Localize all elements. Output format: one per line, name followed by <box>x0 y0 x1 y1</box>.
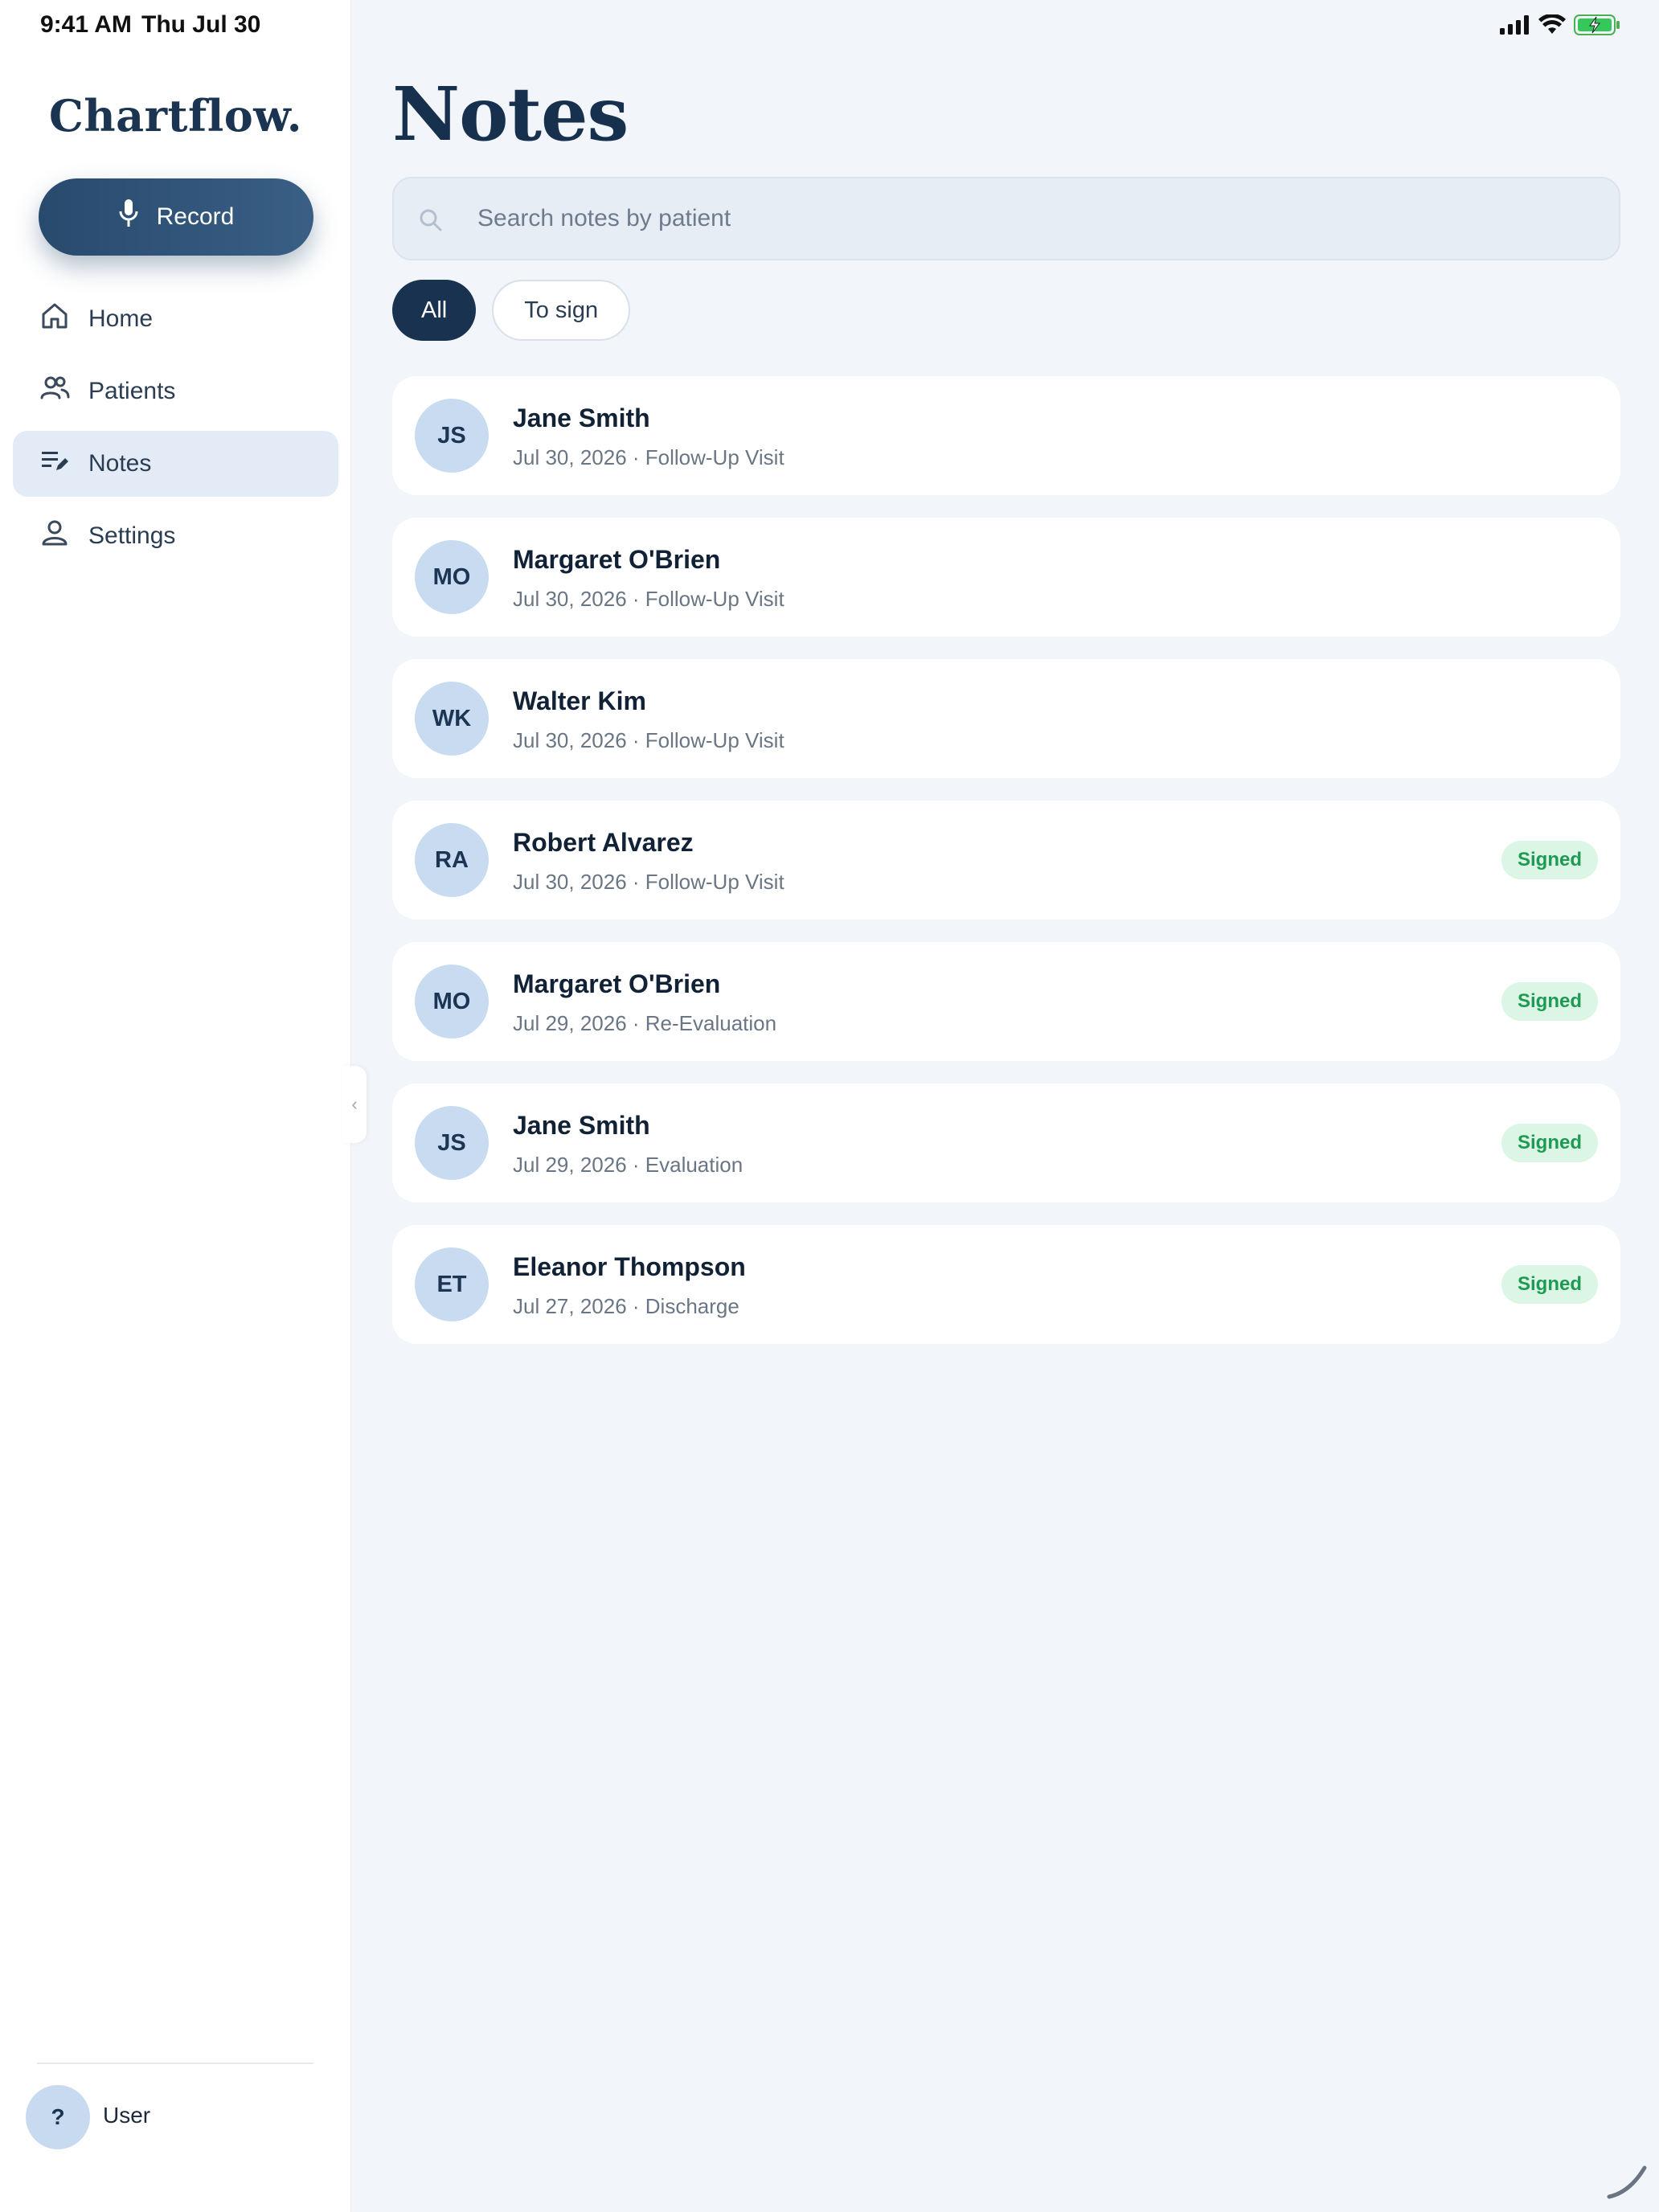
status-icons <box>1500 13 1620 39</box>
signed-badge: Signed <box>1501 841 1598 879</box>
sidebar-item-label: Settings <box>88 522 176 549</box>
status-time: 9:41 AM <box>40 11 132 38</box>
patient-name: Robert Alvarez <box>513 828 694 857</box>
sidebar-nav: Home Patients Notes Settings <box>13 286 338 576</box>
note-meta: Jul 29, 2026 · Evaluation <box>513 1153 743 1177</box>
note-meta: Jul 29, 2026 · Re-Evaluation <box>513 1011 777 1035</box>
patient-name: Eleanor Thompson <box>513 1252 746 1281</box>
patient-name: Margaret O'Brien <box>513 545 721 574</box>
sidebar-divider <box>37 2062 313 2064</box>
sidebar-item-label: Patients <box>88 378 176 404</box>
user-name[interactable]: User <box>103 2103 150 2128</box>
signed-badge: Signed <box>1501 1124 1598 1162</box>
record-button[interactable]: Record <box>39 178 313 256</box>
sidebar: Chartflow. Record Home Patients Notes Se… <box>0 0 351 2212</box>
notes-icon <box>39 444 71 483</box>
filter-to-sign[interactable]: To sign <box>492 280 631 341</box>
note-card[interactable]: MO Margaret O'Brien Jul 29, 2026 · Re-Ev… <box>392 942 1620 1061</box>
sidebar-item-patients[interactable]: Patients <box>13 358 338 424</box>
note-card[interactable]: ET Eleanor Thompson Jul 27, 2026 · Disch… <box>392 1225 1620 1344</box>
app-logo: Chartflow. <box>48 90 303 141</box>
sidebar-item-label: Notes <box>88 450 152 477</box>
signed-badge: Signed <box>1501 982 1598 1021</box>
patient-avatar: MO <box>415 965 489 1038</box>
note-card[interactable]: RA Robert Alvarez Jul 30, 2026 · Follow-… <box>392 801 1620 920</box>
patient-avatar: MO <box>415 540 489 614</box>
note-card[interactable]: MO Margaret O'Brien Jul 30, 2026 · Follo… <box>392 518 1620 637</box>
settings-person-icon <box>39 517 71 555</box>
patient-avatar: RA <box>415 823 489 897</box>
notes-list: JS Jane Smith Jul 30, 2026 · Follow-Up V… <box>392 376 1620 1366</box>
record-button-label: Record <box>156 203 235 230</box>
page-title: Notes <box>392 71 629 158</box>
patient-avatar: JS <box>415 1106 489 1180</box>
patients-icon <box>39 372 71 411</box>
sidebar-item-label: Home <box>88 305 154 332</box>
note-meta: Jul 30, 2026 · Follow-Up Visit <box>513 728 784 752</box>
sidebar-item-settings[interactable]: Settings <box>13 503 338 569</box>
filter-all[interactable]: All <box>392 280 477 341</box>
battery-charging-icon <box>1574 14 1620 39</box>
signed-badge: Signed <box>1501 1265 1598 1304</box>
note-meta: Jul 27, 2026 · Discharge <box>513 1294 739 1318</box>
search-icon <box>418 207 444 237</box>
patient-name: Jane Smith <box>513 403 650 432</box>
search-input[interactable] <box>477 178 1587 259</box>
patient-avatar: JS <box>415 399 489 473</box>
filter-chips: All To sign <box>392 280 631 341</box>
status-date: Thu Jul 30 <box>141 11 261 38</box>
wifi-icon <box>1538 13 1566 39</box>
note-meta: Jul 30, 2026 · Follow-Up Visit <box>513 445 784 469</box>
home-icon <box>39 300 71 338</box>
note-meta: Jul 30, 2026 · Follow-Up Visit <box>513 587 784 611</box>
sidebar-collapse-handle[interactable]: ‹ <box>342 1066 367 1143</box>
sidebar-item-home[interactable]: Home <box>13 286 338 352</box>
search-bar[interactable] <box>392 177 1620 260</box>
note-card[interactable]: WK Walter Kim Jul 30, 2026 · Follow-Up V… <box>392 659 1620 778</box>
patient-avatar: WK <box>415 682 489 756</box>
microphone-icon <box>118 199 139 235</box>
chevron-left-icon: ‹ <box>351 1094 358 1114</box>
sidebar-item-notes[interactable]: Notes <box>13 431 338 497</box>
user-avatar[interactable]: ? <box>26 2085 90 2149</box>
note-meta: Jul 30, 2026 · Follow-Up Visit <box>513 870 784 894</box>
note-card[interactable]: JS Jane Smith Jul 30, 2026 · Follow-Up V… <box>392 376 1620 495</box>
status-bar: 9:41 AM Thu Jul 30 <box>0 0 1659 51</box>
patient-name: Jane Smith <box>513 1111 650 1140</box>
pencil-stroke-icon <box>1604 2161 1653 2206</box>
note-card[interactable]: JS Jane Smith Jul 29, 2026 · Evaluation … <box>392 1083 1620 1202</box>
patient-name: Margaret O'Brien <box>513 969 721 998</box>
signal-icon <box>1500 15 1530 39</box>
patient-avatar: ET <box>415 1247 489 1321</box>
patient-name: Walter Kim <box>513 686 646 715</box>
